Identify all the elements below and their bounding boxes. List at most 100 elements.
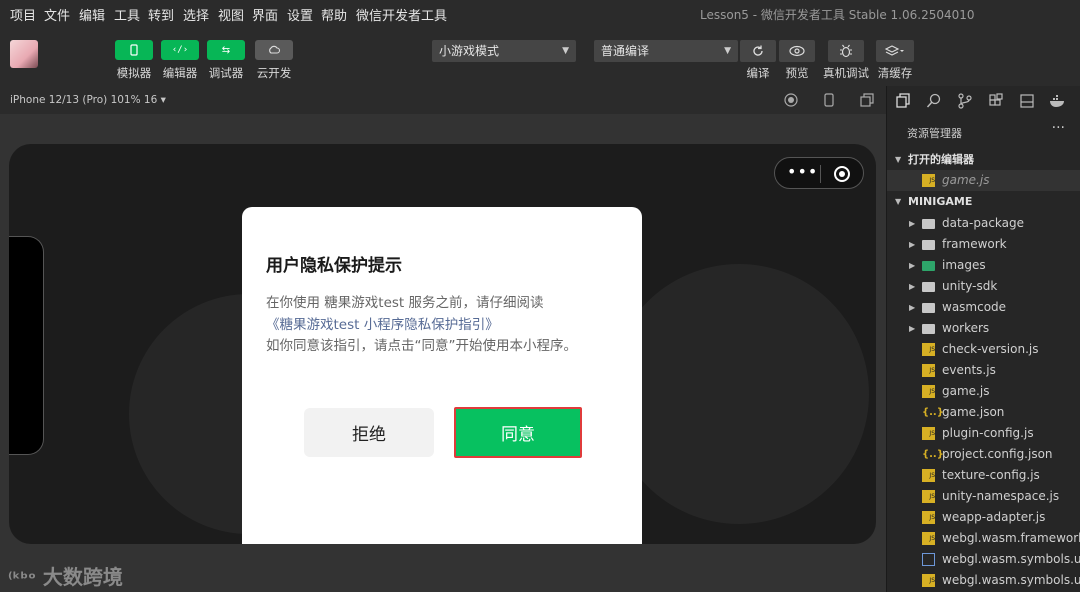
- file-label: events.js: [942, 363, 996, 377]
- folder-icon: [922, 282, 935, 292]
- menu-edit[interactable]: 编辑: [79, 5, 105, 24]
- caret-down-icon: ▼: [724, 46, 731, 56]
- editor-button[interactable]: ‹/›: [161, 40, 199, 60]
- folder-item[interactable]: ▶ data-package: [887, 213, 1080, 234]
- file-item[interactable]: JS webgl.wasm.framework...: [887, 528, 1080, 549]
- folder-item[interactable]: ▶ framework: [887, 234, 1080, 255]
- explorer-panel: 资源管理器 ··· ▼ 打开的编辑器 JS game.js ▼ MINIGAME…: [886, 86, 1080, 592]
- json-file-icon: {..}: [922, 407, 944, 418]
- file-label: project.config.json: [942, 447, 1053, 461]
- watermark-logo-icon: ⁽ᵏᵇᵒ: [8, 569, 36, 588]
- chevron-right-icon: ▶: [909, 303, 916, 312]
- chevron-right-icon: ▶: [909, 261, 916, 270]
- folder-label: data-package: [942, 216, 1025, 230]
- search-icon[interactable]: [926, 93, 942, 109]
- js-file-icon: JS: [922, 490, 935, 503]
- simulator-button[interactable]: [115, 40, 153, 60]
- caret-down-icon: ▼: [562, 46, 569, 56]
- file-label: unity-namespace.js: [942, 489, 1060, 503]
- debug-icon: ⇆: [221, 44, 231, 56]
- menu-interface[interactable]: 界面: [252, 5, 278, 24]
- code-icon: ‹/›: [171, 45, 189, 55]
- menu-settings[interactable]: 设置: [287, 5, 313, 24]
- file-item[interactable]: webgl.wasm.symbols.u...: [887, 549, 1080, 570]
- file-item[interactable]: JS plugin-config.js: [887, 423, 1080, 444]
- open-editor-item[interactable]: JS game.js: [887, 170, 1080, 191]
- file-item[interactable]: JS webgl.wasm.symbols.u...: [887, 570, 1080, 591]
- file-item[interactable]: JS weapp-adapter.js: [887, 507, 1080, 528]
- chevron-right-icon: ▶: [909, 240, 916, 249]
- js-file-icon: JS: [922, 532, 935, 545]
- side-panel: [9, 236, 44, 455]
- preview-button[interactable]: [779, 40, 815, 62]
- debugger-label: 调试器: [208, 66, 244, 80]
- folder-icon: [922, 240, 935, 250]
- mode-select-value: 小游戏模式: [439, 44, 500, 58]
- file-item[interactable]: {..} project.config.json: [887, 444, 1080, 465]
- menu-wechat-devtools[interactable]: 微信开发者工具: [356, 5, 447, 24]
- project-section[interactable]: ▼ MINIGAME: [887, 191, 1080, 212]
- reject-button[interactable]: 拒绝: [304, 408, 434, 457]
- file-label: game.json: [942, 405, 1005, 419]
- extensions-icon[interactable]: [988, 93, 1004, 109]
- debugger-button[interactable]: ⇆: [207, 40, 245, 60]
- dialog-title: 用户隐私保护提示: [266, 256, 402, 276]
- file-item[interactable]: {..} game.json: [887, 402, 1080, 423]
- dialog-text-line1: 在你使用 糖果游戏test 服务之前，请仔细阅读: [266, 295, 544, 311]
- clear-cache-button[interactable]: [876, 40, 914, 62]
- watermark-text: 大数跨境: [42, 565, 123, 589]
- dialog-text-line3: 如你同意该指引，请点击“同意”开始使用本小程序。: [266, 338, 577, 354]
- folder-label: framework: [942, 237, 1007, 251]
- chevron-down-icon: ▼: [895, 155, 902, 164]
- file-label: texture-config.js: [942, 468, 1040, 482]
- real-device-debug-button[interactable]: [828, 40, 864, 62]
- privacy-guide-link[interactable]: 《糖果游戏test 小程序隐私保护指引》: [266, 313, 499, 333]
- files-icon[interactable]: [895, 93, 911, 109]
- folder-icon: [922, 303, 935, 313]
- folder-item[interactable]: ▶ wasmcode: [887, 297, 1080, 318]
- cloud-dev-button[interactable]: [255, 40, 293, 60]
- mode-select[interactable]: 小游戏模式 ▼: [432, 40, 576, 62]
- compile-button[interactable]: [740, 40, 776, 62]
- menu-view[interactable]: 视图: [218, 5, 244, 24]
- menu-select[interactable]: 选择: [183, 5, 209, 24]
- panel-icon[interactable]: [1019, 93, 1035, 109]
- file-label: webgl.wasm.symbols.u...: [942, 573, 1080, 587]
- file-item[interactable]: JS game.js: [887, 381, 1080, 402]
- phone-icon[interactable]: [821, 92, 837, 108]
- menu-project[interactable]: 项目: [10, 5, 36, 24]
- chevron-down-icon: ▼: [895, 197, 902, 206]
- close-mini-program-icon[interactable]: [833, 165, 851, 183]
- menu-file[interactable]: 文件: [44, 5, 70, 24]
- more-icon[interactable]: •••: [787, 162, 818, 181]
- folder-icon: [922, 324, 935, 334]
- toolbar: 模拟器 ‹/› 编辑器 ⇆ 调试器 云开发 小游戏模式 ▼ 普通编译 ▼ 编译 …: [0, 28, 1080, 86]
- chevron-right-icon: ▶: [909, 324, 916, 333]
- explorer-title: 资源管理器: [907, 127, 962, 140]
- folder-item[interactable]: ▶ workers: [887, 318, 1080, 339]
- device-select[interactable]: iPhone 12/13 (Pro) 101% 16 ▾: [10, 94, 166, 106]
- folder-item[interactable]: ▶ unity-sdk: [887, 276, 1080, 297]
- file-item[interactable]: JS unity-namespace.js: [887, 486, 1080, 507]
- agree-button[interactable]: 同意: [454, 407, 582, 458]
- file-item[interactable]: JS check-version.js: [887, 339, 1080, 360]
- file-icon: [922, 553, 935, 566]
- file-item[interactable]: JS events.js: [887, 360, 1080, 381]
- image-folder-icon: [922, 261, 935, 271]
- docker-icon[interactable]: [1049, 93, 1067, 109]
- menu-tools[interactable]: 工具: [114, 5, 140, 24]
- popout-icon[interactable]: [859, 92, 875, 108]
- compile-select[interactable]: 普通编译 ▼: [594, 40, 738, 62]
- file-label: weapp-adapter.js: [942, 510, 1046, 524]
- menu-goto[interactable]: 转到: [148, 5, 174, 24]
- file-label: webgl.wasm.symbols.u...: [942, 552, 1080, 566]
- open-editors-section[interactable]: ▼ 打开的编辑器: [887, 149, 1080, 170]
- record-icon[interactable]: [783, 92, 799, 108]
- more-actions-icon[interactable]: ···: [1052, 120, 1065, 136]
- folder-item[interactable]: ▶ images: [887, 255, 1080, 276]
- menu-help[interactable]: 帮助: [321, 5, 347, 24]
- avatar[interactable]: [10, 40, 38, 68]
- source-control-icon[interactable]: [957, 93, 973, 109]
- file-item[interactable]: JS texture-config.js: [887, 465, 1080, 486]
- chevron-right-icon: ▶: [909, 219, 916, 228]
